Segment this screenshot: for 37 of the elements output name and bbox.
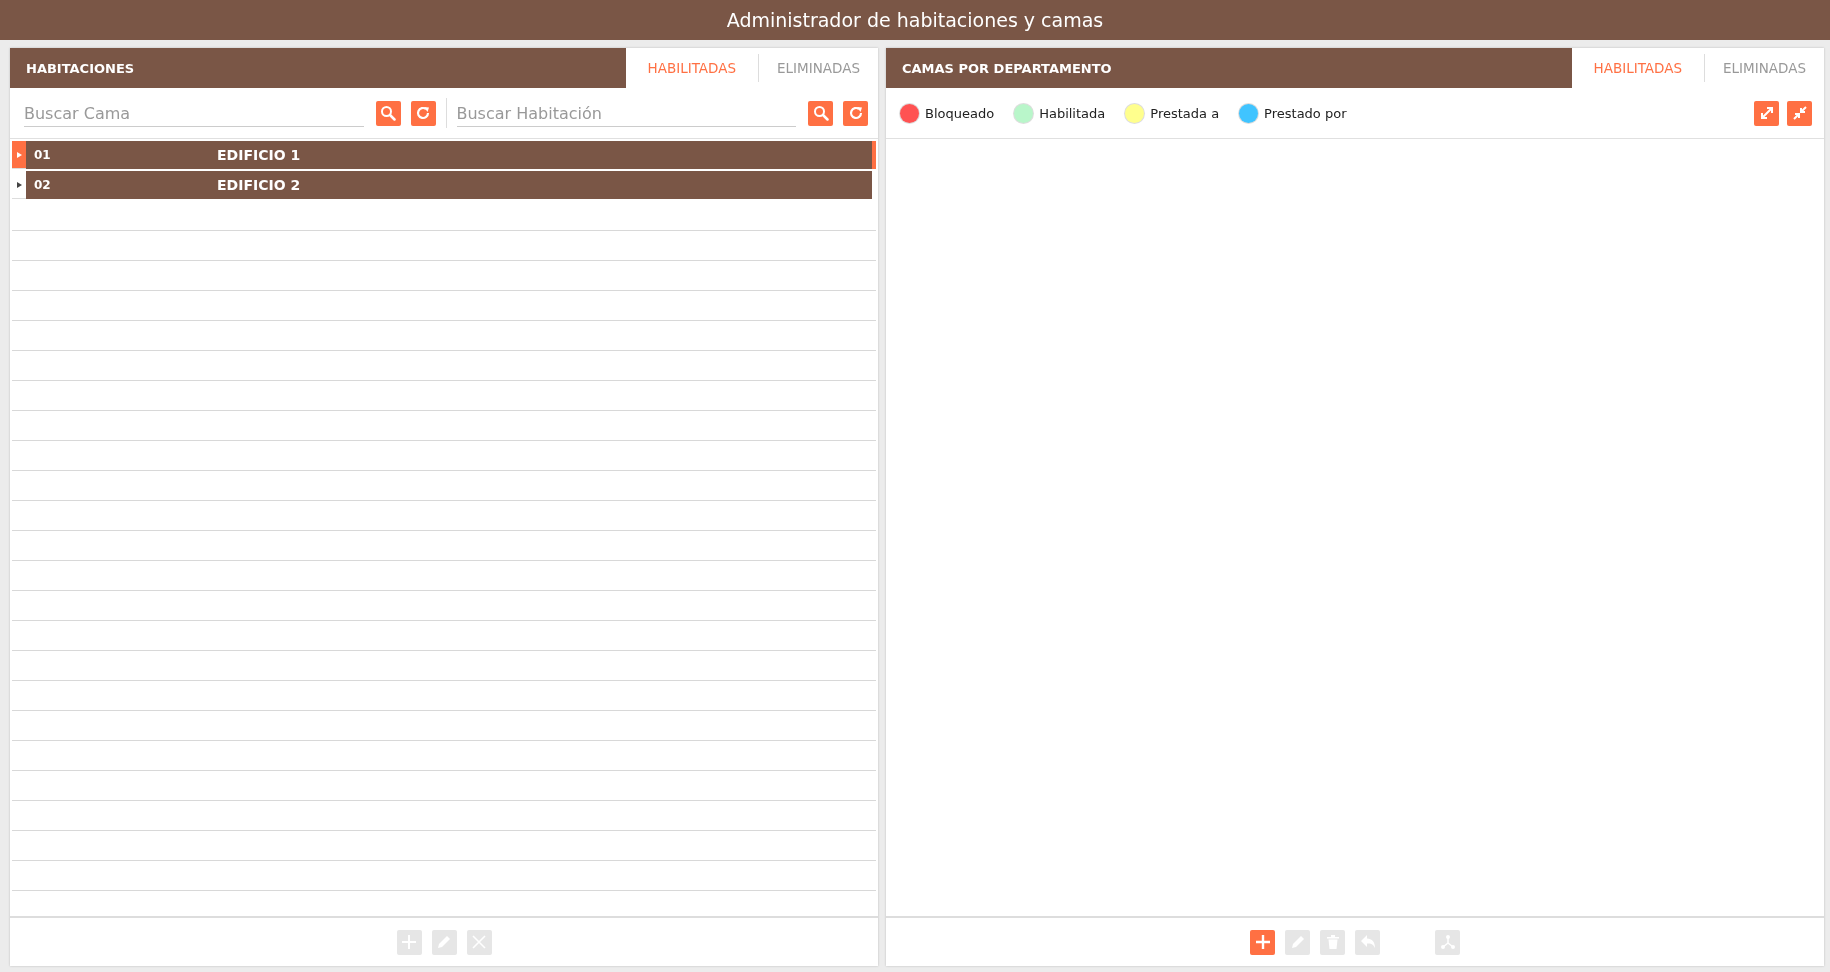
collapse-button[interactable] [1787, 100, 1812, 126]
close-icon [471, 934, 487, 950]
legend-label: Habilitada [1039, 105, 1106, 121]
refresh-button[interactable] [843, 100, 868, 126]
edit-icon [436, 934, 452, 950]
tab[interactable]: ELIMINADAS [758, 54, 878, 82]
search-icon [812, 105, 829, 121]
edit-icon [1289, 934, 1306, 950]
search-button[interactable] [808, 100, 833, 126]
add-icon [401, 934, 417, 950]
refresh-button[interactable] [410, 100, 436, 126]
expand-arrows-icon [1758, 105, 1775, 121]
add-button[interactable] [1250, 929, 1275, 955]
search-icon [380, 105, 396, 121]
legend-label: Prestado por [1264, 105, 1347, 121]
tab[interactable]: ELIMINADAS [1704, 54, 1824, 82]
expand-icon[interactable] [16, 181, 22, 188]
add-icon [1254, 934, 1271, 950]
search-button[interactable] [375, 100, 401, 126]
panel-title: CAMAS POR DEPARTAMENTO [886, 48, 1572, 88]
row-code: 02 [33, 178, 52, 192]
row-code: 01 [33, 148, 52, 162]
refresh-icon [847, 105, 864, 121]
delete-icon [1324, 934, 1341, 950]
row-name: EDIFICIO 2 [217, 177, 301, 193]
tree-icon [1439, 934, 1456, 950]
tree-row[interactable]: 01 EDIFICIO 1 [26, 141, 876, 169]
window-title: Administrador de habitaciones y camas [726, 9, 1104, 31]
row-handle[interactable] [12, 141, 26, 169]
legend-label: Bloqueado [925, 105, 995, 121]
refresh-icon [415, 105, 431, 121]
expand-button[interactable] [1754, 100, 1779, 126]
legend-label: Prestada a [1150, 105, 1220, 121]
row-name: EDIFICIO 1 [217, 147, 301, 163]
undo-icon [1359, 934, 1376, 950]
collapse-arrows-icon [1791, 105, 1808, 121]
panel-title: HABITACIONES [10, 48, 626, 88]
